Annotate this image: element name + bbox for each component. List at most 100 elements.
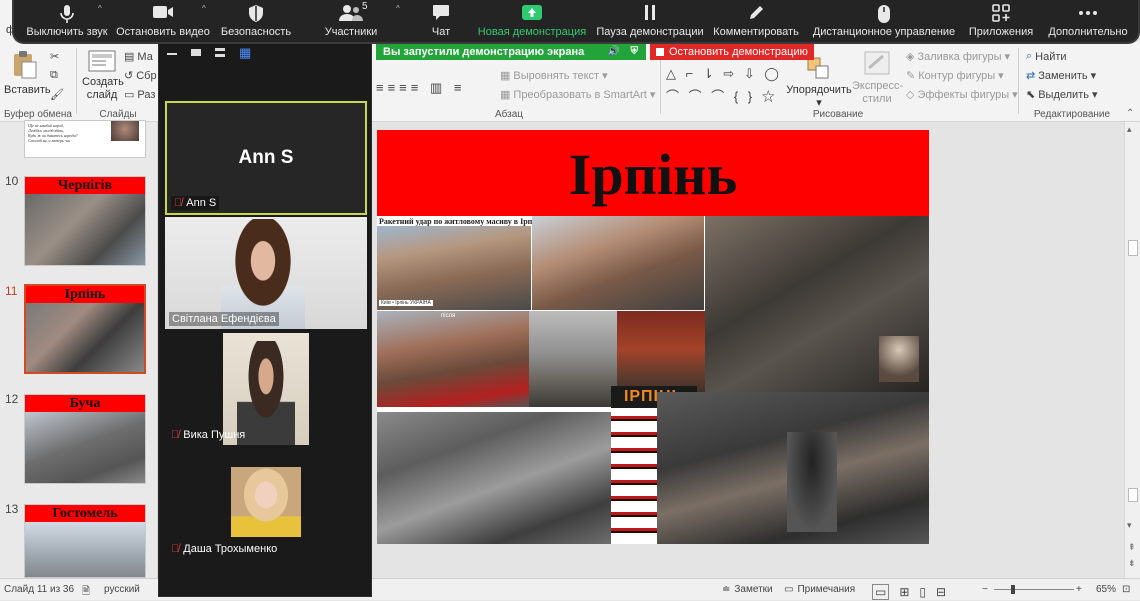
zoom-meeting-toolbar: Выключить звук ^ Остановить видео ^ Безо… — [14, 0, 1138, 42]
slide-sorter-icon[interactable]: ⊞ — [899, 585, 909, 599]
apps-button[interactable]: Приложения — [964, 0, 1038, 42]
quick-styles-button[interactable]: Экспресс- стили — [852, 50, 903, 106]
participant-tile-dasha[interactable] — [231, 467, 301, 537]
alignment-icons[interactable]: ≡≡≡≡ ▥ ≡ — [376, 80, 465, 96]
slide-thumb-title: Буча — [25, 395, 145, 412]
paste-label: Вставить — [4, 84, 51, 96]
paste-button[interactable]: Вставить — [4, 50, 51, 97]
normal-view-icon[interactable]: ▭ — [872, 584, 890, 600]
zoom-in-icon[interactable]: + — [1076, 584, 1082, 595]
section-label: Раз — [137, 88, 156, 101]
zoom-slider[interactable] — [994, 589, 1074, 590]
notes-button[interactable]: ≐ Заметки — [722, 584, 773, 595]
paint-bucket-icon: ◈ — [906, 51, 915, 63]
slide-thumbnail-9[interactable]: Ще не вмабий народ, Леибйсь мъсд6 в6ть, … — [24, 120, 146, 158]
copy-icon[interactable]: ⧉ — [50, 69, 58, 82]
ukrainian-embroidery — [611, 410, 657, 544]
align-text-button[interactable]: ▦ Выровнять текст ▾ — [500, 69, 608, 83]
paste-icon — [14, 51, 37, 79]
search-icon: ⌕ — [1026, 50, 1033, 62]
scroll-down-icon[interactable]: ▾ — [1127, 520, 1132, 531]
participants-button[interactable]: 5 Участники — [310, 0, 392, 42]
security-button[interactable]: Безопасность — [214, 0, 298, 42]
speaker-view-icon[interactable] — [191, 49, 201, 56]
drawing-group-label: Рисование — [812, 109, 864, 120]
select-button[interactable]: ⬉ Выделить ▾ — [1026, 88, 1098, 102]
format-painter-icon[interactable]: 🖌 — [50, 88, 64, 101]
participant-tile-ann-s[interactable]: Ann S 🎙̸ Ann S — [165, 101, 367, 215]
zoom-level[interactable]: 65% — [1096, 584, 1116, 595]
chevron-down-icon: ▾ — [998, 70, 1004, 82]
comments-button[interactable]: ▭ Примечания — [784, 584, 855, 595]
participant-tile-svitlana[interactable]: Світлана Ефендієва — [165, 217, 367, 329]
strip-view-icon[interactable] — [215, 48, 225, 57]
scroll-thumb-lower[interactable] — [1128, 488, 1138, 502]
slide-thumb-photos — [25, 412, 145, 483]
stop-share-button[interactable]: Остановить демонстрацию — [650, 43, 814, 60]
slide-thumbnail-10[interactable]: Чернігів — [24, 176, 146, 266]
chat-button[interactable]: Чат — [414, 0, 468, 42]
quick-styles-label-2: стили — [862, 93, 892, 105]
slide-thumbnail-13[interactable]: Гостомель — [24, 504, 146, 578]
audio-icon[interactable]: 🔊 — [608, 46, 620, 57]
pause-share-button[interactable]: Пауза демонстрации — [596, 0, 704, 42]
scroll-up-icon[interactable]: ▴ — [1127, 124, 1132, 135]
shape-effects-button[interactable]: ◇ Эффекты фигуры ▾ — [906, 88, 1018, 102]
stop-video-label: Остановить видео — [116, 26, 210, 38]
slide-thumbnail-11[interactable]: Ірпінь — [24, 284, 146, 374]
editing-group: ⌕ Найти ⇄ Заменить ▾ ⬉ Выделить ▾ Редактирова… — [1020, 42, 1124, 122]
slide-thumbnail-12[interactable]: Буча — [24, 394, 146, 484]
stop-video-button[interactable]: Остановить видео — [114, 0, 212, 42]
new-slide-label-1: Создать — [82, 76, 124, 88]
reset-button[interactable]: ↺ Сбр — [124, 69, 157, 83]
remote-control-button[interactable]: Дистанционное управление — [810, 0, 958, 42]
layout-button[interactable]: ▤ Ма — [124, 50, 153, 64]
share-screen-icon — [522, 5, 542, 20]
cut-icon[interactable]: ✂ — [50, 50, 59, 63]
chat-bubble-icon — [433, 5, 449, 20]
notes-label: Заметки — [734, 584, 773, 595]
chevron-up-icon[interactable]: ^ — [202, 4, 206, 13]
slide-thumb-photos — [25, 194, 145, 265]
find-button[interactable]: ⌕ Найти — [1026, 50, 1067, 63]
new-share-button[interactable]: Новая демонстрация — [474, 0, 590, 42]
arrange-button[interactable]: Упорядочить ▾ — [784, 56, 854, 110]
shapes-gallery[interactable]: △ ⌐ ⇂ ⇨ ⇩ ◯ — [666, 66, 782, 82]
more-button[interactable]: Дополнительно — [1044, 0, 1132, 42]
vertical-scrollbar[interactable]: ▴ ▾ ⇞ ⇟ — [1124, 122, 1140, 578]
convert-smartart-button[interactable]: ▦ Преобразовать в SmartArt ▾ — [500, 88, 656, 102]
replace-button[interactable]: ⇄ Заменить ▾ — [1026, 69, 1096, 83]
chevron-down-icon: ▾ — [1004, 51, 1011, 63]
gallery-view-icon[interactable]: ▦ — [239, 46, 251, 59]
annotate-button[interactable]: Комментировать — [710, 0, 802, 42]
slideshow-icon[interactable]: ⊟ — [936, 585, 946, 599]
annotate-label: Комментировать — [713, 26, 799, 38]
section-button[interactable]: ▭ Раз — [124, 88, 156, 102]
shapes-gallery-row2[interactable]: ⌒ ⌒ ⌒ { } ☆ — [666, 86, 778, 105]
collapse-ribbon-icon[interactable]: ⌃ — [1126, 108, 1134, 119]
zoom-slider-thumb[interactable] — [1011, 585, 1015, 594]
current-slide[interactable]: Ірпінь Ракетний удар по житловому масиву… — [377, 130, 929, 544]
view-buttons[interactable]: ▭ ⊞ ▯ ⊟ — [872, 584, 946, 600]
fit-slide-icon[interactable]: ⊡ — [1122, 584, 1130, 595]
new-slide-button[interactable]: Создать слайд — [82, 50, 124, 102]
chevron-up-icon[interactable]: ^ — [396, 4, 400, 13]
prev-slide-icon[interactable]: ⇞ — [1128, 542, 1136, 553]
shape-fill-button[interactable]: ◈ Заливка фигуры ▾ — [906, 50, 1011, 64]
next-slide-icon[interactable]: ⇟ — [1128, 558, 1136, 569]
language-indicator[interactable]: русский — [104, 584, 140, 595]
reading-view-icon[interactable]: ▯ — [919, 585, 926, 599]
slides-group-label: Слайды — [99, 109, 137, 120]
sharing-banner-text: Вы запустили демонстрацию экрана — [383, 45, 585, 58]
slide-counter: Слайд 11 из 36 — [4, 584, 75, 595]
participants-count: 5 — [362, 1, 368, 12]
stop-share-label: Остановить демонстрацию — [669, 45, 808, 58]
chevron-down-icon: ▾ — [649, 89, 656, 101]
photo-destroyed-vehicles — [705, 216, 929, 392]
minimize-icon[interactable] — [167, 53, 177, 55]
scroll-thumb[interactable] — [1128, 240, 1138, 256]
chevron-up-icon[interactable]: ^ — [98, 4, 102, 13]
shape-outline-button[interactable]: ✎ Контур фигуры ▾ — [906, 69, 1004, 83]
zoom-out-icon[interactable]: − — [982, 584, 988, 595]
spellcheck-icon[interactable]: 🗎 — [82, 584, 90, 601]
